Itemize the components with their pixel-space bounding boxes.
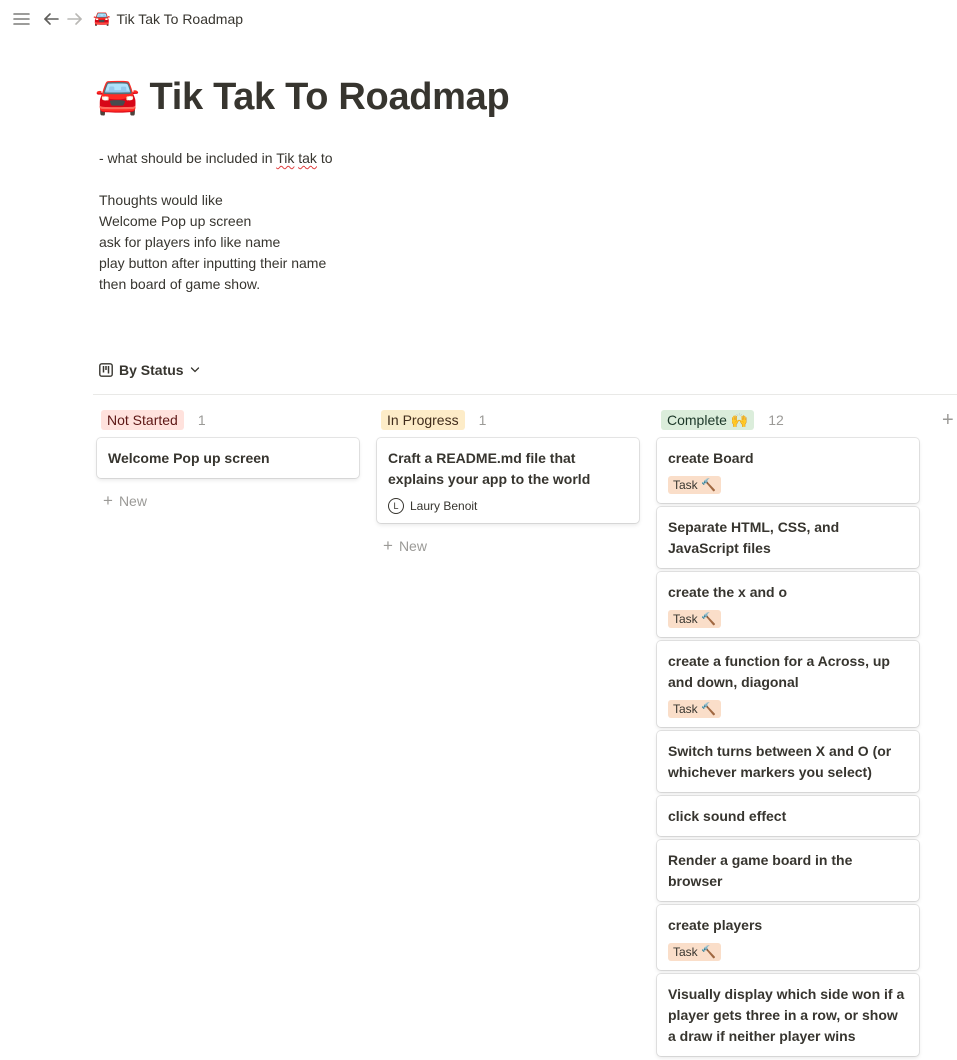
column-count: 12	[768, 412, 784, 428]
arrow-left-icon[interactable]	[42, 10, 60, 28]
breadcrumb[interactable]: 🚘 Tik Tak To Roadmap	[93, 9, 243, 29]
card-title: create players	[668, 917, 763, 933]
view-label: By Status	[119, 362, 184, 378]
breadcrumb-title: Tik Tak To Roadmap	[116, 11, 244, 27]
board-card[interactable]: Switch turns between X and O (or whichev…	[657, 731, 919, 792]
card-title: Separate HTML, CSS, and JavaScript files	[668, 519, 840, 556]
description-line: ask for players info like name	[99, 234, 281, 250]
new-card-button[interactable]: + New	[97, 491, 359, 511]
board-view-icon	[99, 363, 113, 377]
board-column: Not Started 1 Welcome Pop up screen + New	[97, 409, 359, 511]
avatar: L	[388, 498, 404, 514]
column-header[interactable]: Complete 🙌 12	[657, 409, 919, 431]
description-line: play button after inputting their name	[99, 255, 327, 271]
card-title: Visually display which side won if a pla…	[668, 986, 905, 1044]
car-icon: 🚘	[93, 11, 111, 27]
plus-icon: +	[383, 536, 393, 555]
page-description[interactable]: - what should be included in Tik tak to T…	[99, 148, 333, 295]
board-column: In Progress 1 Craft a README.md file that …	[377, 409, 639, 556]
menu-icon[interactable]	[12, 10, 30, 28]
description-line: Thoughts would like	[99, 192, 223, 208]
task-tag: Task 🔨	[668, 476, 721, 494]
card-title: create the x and o	[668, 584, 788, 600]
board-card[interactable]: Separate HTML, CSS, and JavaScript files	[657, 507, 919, 568]
description-line: Welcome Pop up screen	[99, 213, 252, 229]
board-card[interactable]: create the x and o Task 🔨	[657, 572, 919, 637]
card-title: Craft a README.md file that explains you…	[388, 450, 591, 487]
column-count: 1	[478, 412, 487, 428]
board-card[interactable]: create Board Task 🔨	[657, 438, 919, 503]
board-card[interactable]: create players Task 🔨	[657, 905, 919, 970]
new-label: New	[398, 538, 427, 554]
column-header[interactable]: Not Started 1	[97, 409, 359, 431]
view-selector[interactable]: By Status	[99, 362, 200, 378]
board-card[interactable]: Render a game board in the browser	[657, 840, 919, 901]
card-title: click sound effect	[668, 808, 787, 824]
assignee-name: Laury Benoit	[410, 499, 478, 513]
board-card[interactable]: click sound effect	[657, 796, 919, 836]
status-badge: Complete 🙌	[661, 410, 755, 430]
card-title: Welcome Pop up screen	[108, 450, 270, 466]
card-title: create a function for a Across, up and d…	[668, 653, 890, 690]
task-tag: Task 🔨	[668, 610, 721, 628]
top-bar: 🚘 Tik Tak To Roadmap	[0, 0, 957, 38]
description-line	[99, 169, 333, 190]
plus-icon: +	[103, 491, 113, 510]
card-title: Switch turns between X and O (or whichev…	[668, 743, 892, 780]
task-tag: Task 🔨	[668, 943, 721, 961]
card-assignee: L Laury Benoit	[388, 498, 628, 514]
card-title: create Board	[668, 450, 754, 466]
status-badge: In Progress	[381, 410, 465, 430]
page-title[interactable]: 🚘 Tik Tak To Roadmap	[95, 72, 510, 122]
car-icon: 🚘	[95, 76, 140, 117]
status-badge: Not Started	[101, 410, 184, 430]
plus-icon[interactable]: +	[942, 410, 954, 430]
page-title-text: Tik Tak To Roadmap	[149, 76, 510, 118]
column-count: 1	[197, 412, 206, 428]
arrow-right-icon[interactable]	[66, 10, 84, 28]
board-card[interactable]: Welcome Pop up screen	[97, 438, 359, 478]
board-card[interactable]: Craft a README.md file that explains you…	[377, 438, 639, 523]
board-card[interactable]: Visually display which side won if a pla…	[657, 974, 919, 1056]
description-line: - what should be included in Tik tak to	[99, 150, 333, 166]
card-title: Render a game board in the browser	[668, 852, 853, 889]
board-column: Complete 🙌 12 create Board Task 🔨 Separate H…	[657, 409, 919, 1060]
chevron-down-icon	[190, 366, 200, 374]
column-header[interactable]: In Progress 1	[377, 409, 639, 431]
task-tag: Task 🔨	[668, 700, 721, 718]
board-card[interactable]: create a function for a Across, up and d…	[657, 641, 919, 727]
divider	[93, 394, 957, 395]
new-card-button[interactable]: + New	[377, 536, 639, 556]
new-label: New	[118, 493, 147, 509]
description-line: then board of game show.	[99, 276, 261, 292]
